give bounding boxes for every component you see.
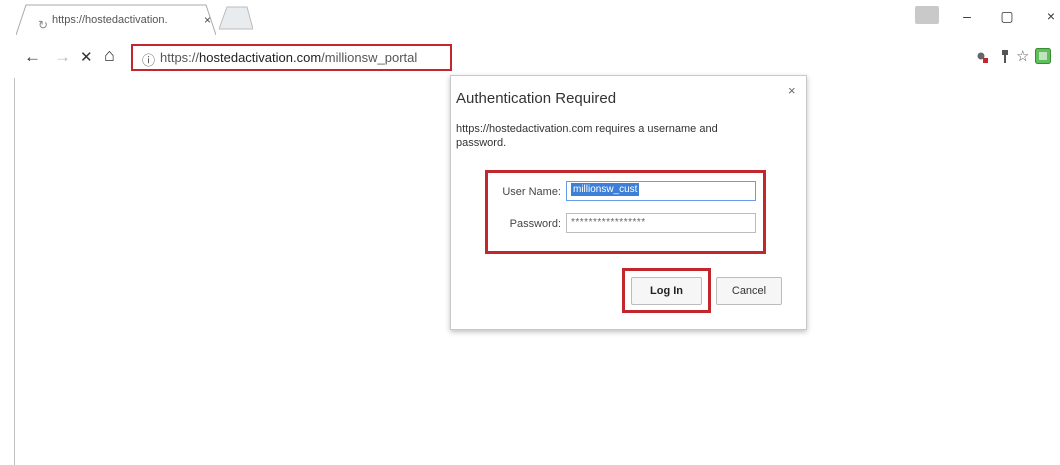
- dialog-title: Authentication Required: [456, 90, 617, 107]
- dialog-close-icon[interactable]: ×: [788, 83, 796, 98]
- url-highlight-box: [131, 44, 452, 71]
- evernote-extension-icon[interactable]: [1035, 48, 1051, 64]
- bookmark-star-icon[interactable]: ☆: [1016, 47, 1029, 65]
- home-icon[interactable]: ⌂: [104, 45, 115, 66]
- profile-icon[interactable]: [915, 6, 939, 24]
- browser-tab[interactable]: ↻ https://hostedactivation. ×: [16, 4, 216, 36]
- new-tab-button[interactable]: [218, 6, 254, 35]
- back-arrow-icon[interactable]: ←: [24, 47, 41, 67]
- cancel-button[interactable]: Cancel: [716, 277, 782, 305]
- page-left-edge: [14, 78, 15, 465]
- tab-title: https://hostedactivation.: [52, 14, 168, 26]
- extension-icon[interactable]: [1000, 50, 1010, 64]
- stop-loading-icon[interactable]: ✕: [80, 48, 93, 66]
- credentials-highlight-box: [485, 170, 766, 254]
- loading-icon: ↻: [38, 18, 49, 32]
- restore-icon[interactable]: ▢: [992, 8, 1022, 30]
- password-key-icon[interactable]: [976, 50, 988, 63]
- forward-arrow-icon[interactable]: →: [54, 47, 71, 67]
- minimize-icon[interactable]: –: [952, 8, 982, 30]
- login-highlight-box: [622, 268, 711, 313]
- close-window-icon[interactable]: ×: [1036, 8, 1060, 30]
- dialog-message: https://hostedactivation.com requires a …: [456, 123, 718, 149]
- tab-close-icon[interactable]: ×: [204, 13, 211, 27]
